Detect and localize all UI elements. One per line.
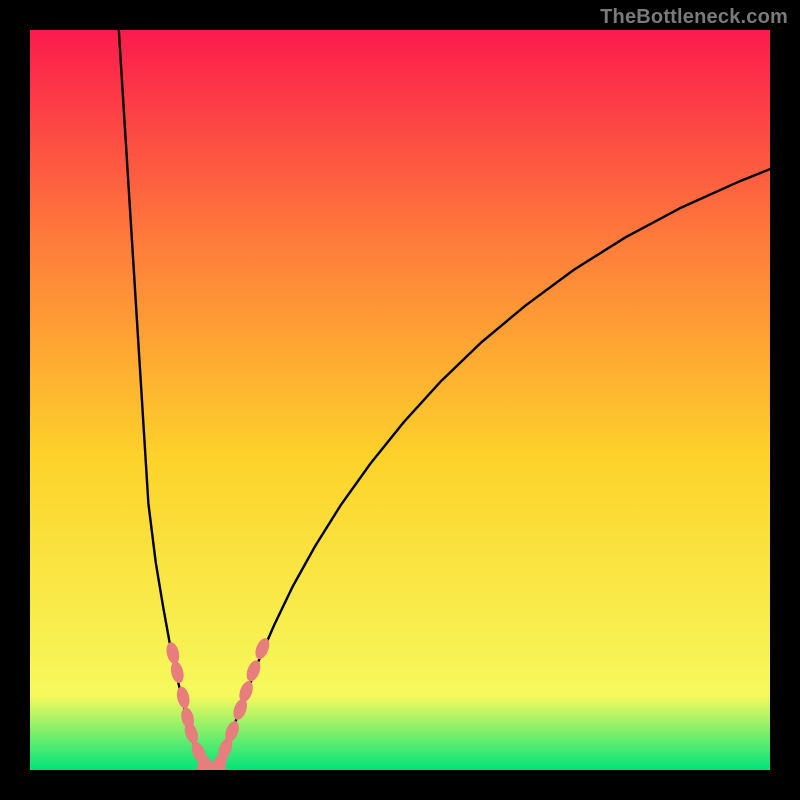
bottleneck-chart (30, 30, 770, 770)
chart-frame: TheBottleneck.com (0, 0, 800, 800)
watermark-text: TheBottleneck.com (600, 6, 788, 29)
